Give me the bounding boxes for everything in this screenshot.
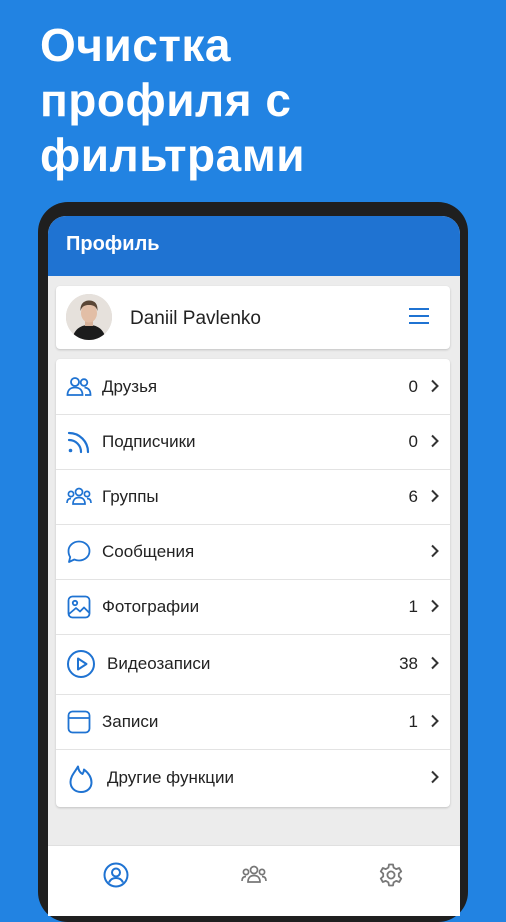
menu-item-subscribers[interactable]: Подписчики 0 xyxy=(56,414,450,470)
profile-icon[interactable] xyxy=(103,862,129,888)
menu-item-count: 0 xyxy=(408,377,418,396)
headline-line-3: фильтрами xyxy=(40,129,306,181)
menu-item-label: Группы xyxy=(102,487,159,506)
menu-item-label: Подписчики xyxy=(102,432,196,451)
profile-card[interactable]: Daniil Pavlenko xyxy=(56,286,450,349)
groups-icon[interactable] xyxy=(241,862,267,888)
bottom-navigation xyxy=(48,845,460,916)
avatar[interactable] xyxy=(66,294,112,340)
app-bar: Профиль xyxy=(48,216,460,276)
profile-name: Daniil Pavlenko xyxy=(130,308,261,329)
chevron-right-icon xyxy=(430,656,440,670)
headline-line-2: профиля с xyxy=(40,74,292,126)
chevron-right-icon xyxy=(430,544,440,558)
chevron-right-icon xyxy=(430,770,440,784)
hamburger-menu-icon[interactable] xyxy=(408,306,430,326)
menu-item-label: Фотографии xyxy=(102,597,200,616)
profile-menu-list: Друзья 0 Подписчики 0 Группы 6 Сообщения… xyxy=(56,359,450,807)
promo-headline: Очистка профиля с фильтрами xyxy=(40,18,305,183)
app-screen: Профиль Daniil Pavlenko Друзья 0 Подписч… xyxy=(48,216,460,916)
chevron-right-icon xyxy=(430,489,440,503)
friends-icon xyxy=(66,374,92,400)
play-circle-icon xyxy=(66,649,96,679)
menu-item-label: Другие функции xyxy=(107,768,235,787)
post-icon xyxy=(66,709,92,735)
chevron-right-icon xyxy=(430,599,440,613)
menu-item-count: 1 xyxy=(408,712,418,731)
menu-item-photos[interactable]: Фотографии 1 xyxy=(56,579,450,635)
menu-item-label: Видеозаписи xyxy=(107,654,211,673)
menu-item-messages[interactable]: Сообщения xyxy=(56,524,450,580)
chevron-right-icon xyxy=(430,714,440,728)
menu-item-other-functions[interactable]: Другие функции xyxy=(56,749,450,807)
menu-item-posts[interactable]: Записи 1 xyxy=(56,694,450,750)
chevron-right-icon xyxy=(430,434,440,448)
menu-item-count: 1 xyxy=(408,597,418,616)
image-icon xyxy=(66,594,92,620)
menu-item-label: Сообщения xyxy=(102,542,195,561)
menu-item-count: 0 xyxy=(408,432,418,451)
rss-icon xyxy=(66,429,92,455)
menu-item-videos[interactable]: Видеозаписи 38 xyxy=(56,634,450,695)
page-title: Профиль xyxy=(66,233,160,255)
flame-icon xyxy=(66,764,96,794)
menu-item-groups[interactable]: Группы 6 xyxy=(56,469,450,525)
menu-item-count: 6 xyxy=(408,487,418,506)
chat-bubble-icon xyxy=(66,539,92,565)
menu-item-label: Записи xyxy=(102,712,159,731)
menu-item-count: 38 xyxy=(399,654,418,673)
menu-item-friends[interactable]: Друзья 0 xyxy=(56,359,450,415)
menu-item-label: Друзья xyxy=(102,377,158,396)
settings-icon[interactable] xyxy=(378,862,404,888)
groups-icon xyxy=(66,484,92,510)
chevron-right-icon xyxy=(430,379,440,393)
headline-line-1: Очистка xyxy=(40,19,231,71)
